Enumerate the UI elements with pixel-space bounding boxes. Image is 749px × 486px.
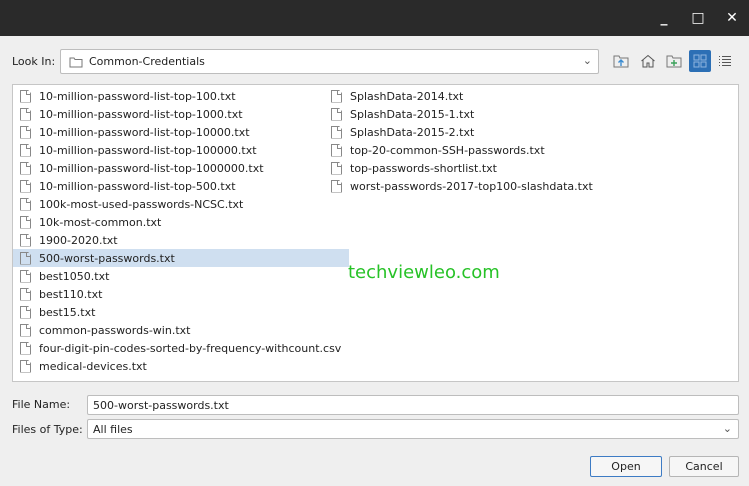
file-item[interactable]: four-digit-pin-codes-sorted-by-frequency…: [13, 339, 349, 357]
folder-icon: [69, 57, 83, 67]
file-icon: [20, 359, 31, 373]
home-icon: [641, 54, 655, 68]
file-icon: [20, 143, 31, 157]
file-item[interactable]: SplashData-2014.txt: [324, 87, 601, 105]
new-folder-icon: [666, 55, 682, 68]
file-icon: [20, 215, 31, 229]
file-icon: [20, 233, 31, 247]
file-icon: [20, 107, 31, 121]
chevron-down-icon: ⌄: [582, 54, 592, 67]
open-button[interactable]: Open: [590, 456, 662, 477]
file-name: 10-million-password-list-top-500.txt: [39, 179, 236, 193]
file-name: best15.txt: [39, 305, 96, 319]
file-icon: [331, 179, 342, 193]
file-name: SplashData-2014.txt: [350, 89, 464, 103]
file-icon: [20, 125, 31, 139]
file-name: medical-devices.txt: [39, 359, 147, 373]
look-in-label: Look In:: [12, 55, 56, 68]
file-icon: [20, 179, 31, 193]
file-name: four-digit-pin-codes-sorted-by-frequency…: [39, 341, 342, 355]
file-name: best1050.txt: [39, 269, 110, 283]
file-icon: [20, 197, 31, 211]
file-icon: [20, 323, 31, 337]
file-item[interactable]: common-passwords-win.txt: [13, 321, 349, 339]
file-item[interactable]: 1900-2020.txt: [13, 231, 349, 249]
maximize-button[interactable]: □: [688, 8, 708, 28]
file-item[interactable]: SplashData-2015-2.txt: [324, 123, 601, 141]
new-folder-button[interactable]: [663, 50, 685, 72]
folder-up-icon: [613, 55, 629, 68]
file-item[interactable]: best15.txt: [13, 303, 349, 321]
file-name: 1900-2020.txt: [39, 233, 118, 247]
file-item[interactable]: 500-worst-passwords.txt: [13, 249, 350, 267]
file-icon: [20, 305, 31, 319]
file-name: 10-million-password-list-top-1000000.txt: [39, 161, 264, 175]
title-bar: _ □ ✕: [0, 0, 749, 36]
file-icon: [331, 107, 342, 121]
file-item[interactable]: 10-million-password-list-top-100.txt: [13, 87, 349, 105]
file-item[interactable]: top-passwords-shortlist.txt: [324, 159, 601, 177]
file-name: worst-passwords-2017-top100-slashdata.tx…: [350, 179, 593, 193]
file-icon: [20, 161, 31, 175]
file-name: top-20-common-SSH-passwords.txt: [350, 143, 545, 157]
file-name-value: 500-worst-passwords.txt: [93, 398, 229, 412]
cancel-button[interactable]: Cancel: [669, 456, 739, 477]
file-icon: [20, 89, 31, 103]
file-name: 10-million-password-list-top-100000.txt: [39, 143, 257, 157]
minimize-button[interactable]: _: [654, 8, 674, 28]
list-view-icon: [719, 56, 731, 66]
file-column-1: 10-million-password-list-top-100.txt 10-m…: [13, 87, 350, 375]
file-name: best110.txt: [39, 287, 103, 301]
file-icon: [331, 125, 342, 139]
file-item[interactable]: 10-million-password-list-top-100000.txt: [13, 141, 349, 159]
file-name: 10-million-password-list-top-10000.txt: [39, 125, 250, 139]
file-item[interactable]: 10-million-password-list-top-10000.txt: [13, 123, 349, 141]
watermark: techviewleo.com: [348, 262, 500, 283]
file-item[interactable]: worst-passwords-2017-top100-slashdata.tx…: [324, 177, 601, 195]
file-item[interactable]: best1050.txt: [13, 267, 349, 285]
list-view-button[interactable]: [714, 50, 736, 72]
file-name: 500-worst-passwords.txt: [39, 251, 175, 265]
file-item[interactable]: best110.txt: [13, 285, 349, 303]
file-name: SplashData-2015-1.txt: [350, 107, 475, 121]
file-name: 10-million-password-list-top-1000.txt: [39, 107, 243, 121]
file-name-input[interactable]: 500-worst-passwords.txt: [87, 395, 739, 415]
file-column-2: SplashData-2014.txt SplashData-2015-1.txt…: [324, 87, 601, 195]
file-item[interactable]: top-20-common-SSH-passwords.txt: [324, 141, 601, 159]
file-name-label: File Name:: [12, 398, 71, 411]
file-type-value: All files: [93, 422, 133, 436]
file-icon: [331, 161, 342, 175]
chevron-down-icon: ⌄: [722, 422, 732, 435]
file-item[interactable]: 10-million-password-list-top-1000000.txt: [13, 159, 349, 177]
icon-view-icon: [693, 54, 707, 68]
look-in-value: Common-Credentials: [89, 55, 205, 68]
file-name: 10k-most-common.txt: [39, 215, 162, 229]
file-icon: [331, 143, 342, 157]
file-item[interactable]: medical-devices.txt: [13, 357, 349, 375]
file-item[interactable]: SplashData-2015-1.txt: [324, 105, 601, 123]
file-type-select[interactable]: All files ⌄: [87, 419, 739, 439]
file-icon: [20, 269, 31, 283]
file-name: SplashData-2015-2.txt: [350, 125, 475, 139]
file-type-label: Files of Type:: [12, 423, 83, 436]
file-item[interactable]: 10-million-password-list-top-500.txt: [13, 177, 349, 195]
file-name: 10-million-password-list-top-100.txt: [39, 89, 236, 103]
file-item[interactable]: 10k-most-common.txt: [13, 213, 349, 231]
file-name: common-passwords-win.txt: [39, 323, 191, 337]
file-list[interactable]: 10-million-password-list-top-100.txt 10-m…: [12, 84, 739, 382]
home-button[interactable]: [637, 50, 659, 72]
look-in-combo[interactable]: Common-Credentials ⌄: [60, 49, 599, 74]
file-icon: [20, 341, 31, 355]
file-name: 100k-most-used-passwords-NCSC.txt: [39, 197, 244, 211]
folder-up-button[interactable]: [610, 50, 632, 72]
close-button[interactable]: ✕: [722, 8, 742, 28]
file-item[interactable]: 100k-most-used-passwords-NCSC.txt: [13, 195, 349, 213]
file-icon: [331, 89, 342, 103]
icon-view-button[interactable]: [689, 50, 711, 72]
file-name: top-passwords-shortlist.txt: [350, 161, 497, 175]
file-icon: [20, 287, 31, 301]
file-icon: [20, 251, 31, 265]
file-item[interactable]: 10-million-password-list-top-1000.txt: [13, 105, 349, 123]
